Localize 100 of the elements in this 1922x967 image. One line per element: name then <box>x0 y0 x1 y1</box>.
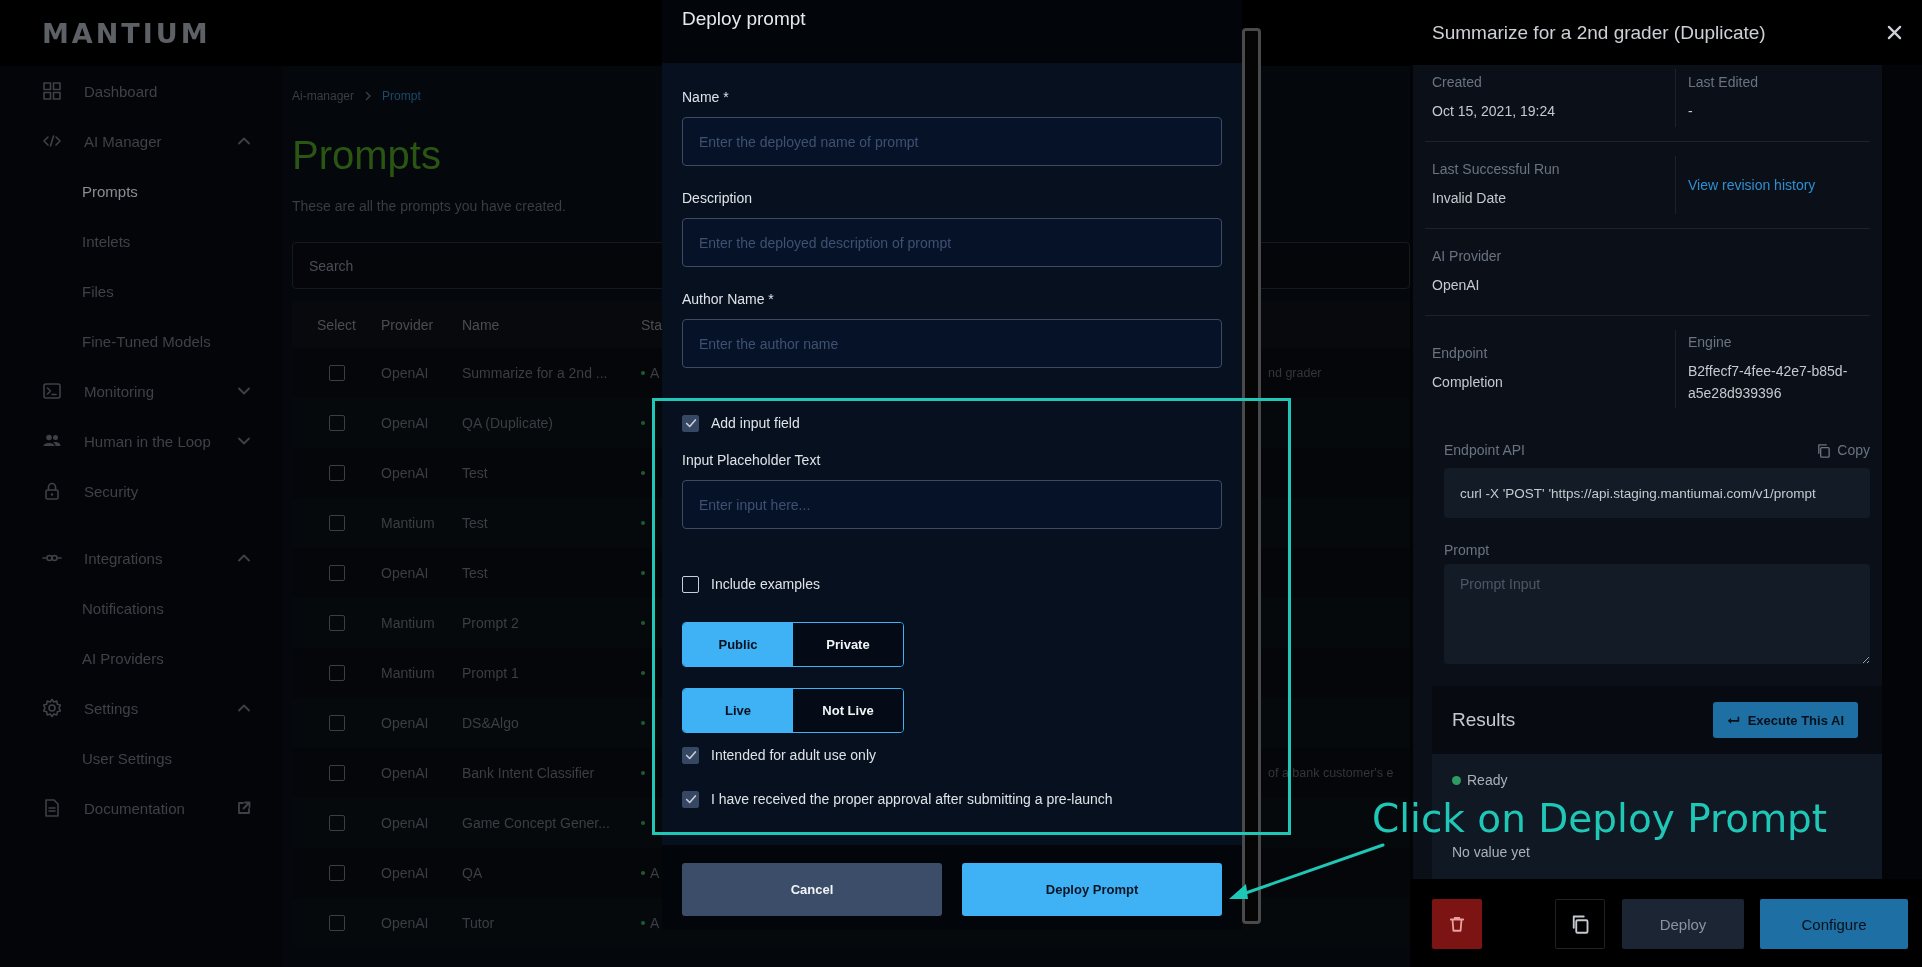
sidebar-item[interactable]: Integrations <box>0 533 283 583</box>
sidebar-item[interactable]: Settings <box>0 683 283 733</box>
status-dot <box>641 721 645 725</box>
info-value: OpenAI <box>1432 276 1481 295</box>
close-icon[interactable] <box>1887 25 1902 40</box>
row-checkbox[interactable] <box>328 615 345 631</box>
scrollbar[interactable] <box>1242 28 1261 924</box>
row-checkbox[interactable] <box>328 415 345 431</box>
table-cell-text: QA <box>462 865 484 881</box>
text-field[interactable]: Enter the deployed name of prompt <box>682 117 1222 166</box>
sidebar-subitem[interactable]: AI Providers <box>0 633 283 683</box>
segment-option[interactable]: Private <box>793 623 903 666</box>
row-checkbox[interactable] <box>328 515 345 531</box>
sidebar-subitem[interactable]: Intelets <box>0 216 283 266</box>
deploy-button[interactable]: Deploy <box>1622 899 1744 949</box>
sidebar-subitem[interactable]: User Settings <box>0 733 283 783</box>
sidebar-item[interactable]: Security <box>0 466 283 516</box>
info-label: Last Edited <box>1688 74 1760 90</box>
table-cell-text: OpenAI <box>381 765 430 781</box>
field-label: Name * <box>682 88 730 107</box>
cancel-button[interactable]: Cancel <box>682 863 942 916</box>
text-field[interactable]: Enter the deployed description of prompt <box>682 218 1222 267</box>
segment-option[interactable]: Not Live <box>793 689 903 732</box>
info-value: B2ffecf7-4fee-42e7-b85d-a5e28d939396 <box>1688 362 1849 403</box>
endpoint-field[interactable]: curl -X 'POST' 'https://api.staging.mantiumai.com/v1/prompt <box>1444 468 1870 518</box>
info-label: Last Successful Run <box>1432 161 1561 177</box>
terminal-icon <box>42 381 62 401</box>
status-dot <box>641 621 645 625</box>
checkbox[interactable] <box>682 414 699 432</box>
info-value: Oct 15, 2021, 19:24 <box>1432 102 1556 121</box>
field-label: Author Name * <box>682 290 775 309</box>
prompt-label: Prompt <box>1444 542 1491 558</box>
column-header: Name <box>462 316 501 333</box>
result-text: No value yet <box>1452 844 1531 860</box>
row-checkbox[interactable] <box>328 565 345 581</box>
info-label: Endpoint <box>1432 345 1489 361</box>
trash-icon <box>1448 915 1466 933</box>
row-checkbox[interactable] <box>328 815 345 831</box>
row-checkbox[interactable] <box>328 915 345 931</box>
row-checkbox[interactable] <box>328 365 345 381</box>
row-checkbox[interactable] <box>328 865 345 881</box>
table-cell-text: OpenAI <box>381 865 430 881</box>
status-dot <box>641 821 645 825</box>
column-header: Select <box>317 316 356 333</box>
info-value: Completion <box>1432 373 1504 392</box>
sidebar-subitem[interactable]: Files <box>0 266 283 316</box>
sidebar-subitem[interactable]: Notifications <box>0 583 283 633</box>
document-icon <box>42 798 62 818</box>
column-header: Sta <box>641 316 663 333</box>
deploy-button[interactable]: Deploy Prompt <box>962 863 1222 916</box>
sidebar-item[interactable]: AI Manager <box>0 116 283 166</box>
info-label: AI Provider <box>1432 248 1503 264</box>
info-value: - <box>1688 102 1694 121</box>
status-dot <box>641 671 645 675</box>
status-dot <box>641 421 645 425</box>
checkbox[interactable] <box>682 790 699 808</box>
sidebar-item[interactable]: Documentation <box>0 783 283 833</box>
row-checkbox[interactable] <box>328 765 345 781</box>
row-checkbox[interactable] <box>328 715 345 731</box>
breadcrumb-link[interactable]: Prompt <box>382 89 421 103</box>
execute-button[interactable]: Execute This AI <box>1712 702 1858 738</box>
row-checkbox[interactable] <box>328 665 345 681</box>
copy-icon <box>1570 914 1590 934</box>
checkbox-label: Add input field <box>711 415 800 431</box>
info-value: Invalid Date <box>1432 189 1507 208</box>
sidebar-subitem[interactable]: Prompts <box>0 166 283 216</box>
checkbox-label: I have received the proper approval after submitting a pre-launch <box>711 791 1113 807</box>
status-dot <box>1452 775 1461 785</box>
checkbox-label: Include examples <box>711 576 820 592</box>
status-dot <box>641 521 645 525</box>
field-label: Description <box>682 189 754 208</box>
status-dot <box>641 871 645 875</box>
status-text: A <box>650 365 660 381</box>
table-cell-text: Summarize for a 2nd ... <box>462 365 609 381</box>
info-label: Engine <box>1688 334 1733 350</box>
sidebar-item[interactable]: Dashboard <box>0 66 283 116</box>
row-checkbox[interactable] <box>328 465 345 481</box>
delete-button[interactable] <box>1432 899 1482 949</box>
configure-button[interactable]: Configure <box>1760 899 1908 949</box>
copy-button[interactable]: Copy <box>1816 442 1870 458</box>
sidebar-item[interactable]: Human in the Loop <box>0 416 283 466</box>
segment-option[interactable]: Public <box>683 623 793 666</box>
prompt-textarea[interactable]: Prompt Input <box>1444 564 1870 664</box>
table-cell-text: Prompt 1 <box>462 665 520 681</box>
duplicate-button[interactable] <box>1555 899 1605 949</box>
checkbox-label: Intended for adult use only <box>711 747 876 763</box>
revision-history-link[interactable]: View revision history <box>1688 177 1870 193</box>
sidebar-item[interactable]: Monitoring <box>0 366 283 416</box>
text-field[interactable]: Enter the author name <box>682 319 1222 368</box>
status-dot <box>641 371 645 375</box>
checkbox[interactable] <box>682 746 699 764</box>
logo: MANTIUM <box>42 17 211 49</box>
segment-option[interactable]: Live <box>683 689 793 732</box>
dialog-title: Deploy prompt <box>682 8 806 30</box>
chevron-right-icon <box>364 91 373 101</box>
return-icon <box>1726 715 1740 725</box>
sidebar-subitem[interactable]: Fine-Tuned Models <box>0 316 283 366</box>
status-dot <box>641 771 645 775</box>
text-field[interactable]: Enter input here... <box>682 480 1222 529</box>
table-cell-text: OpenAI <box>381 365 430 381</box>
